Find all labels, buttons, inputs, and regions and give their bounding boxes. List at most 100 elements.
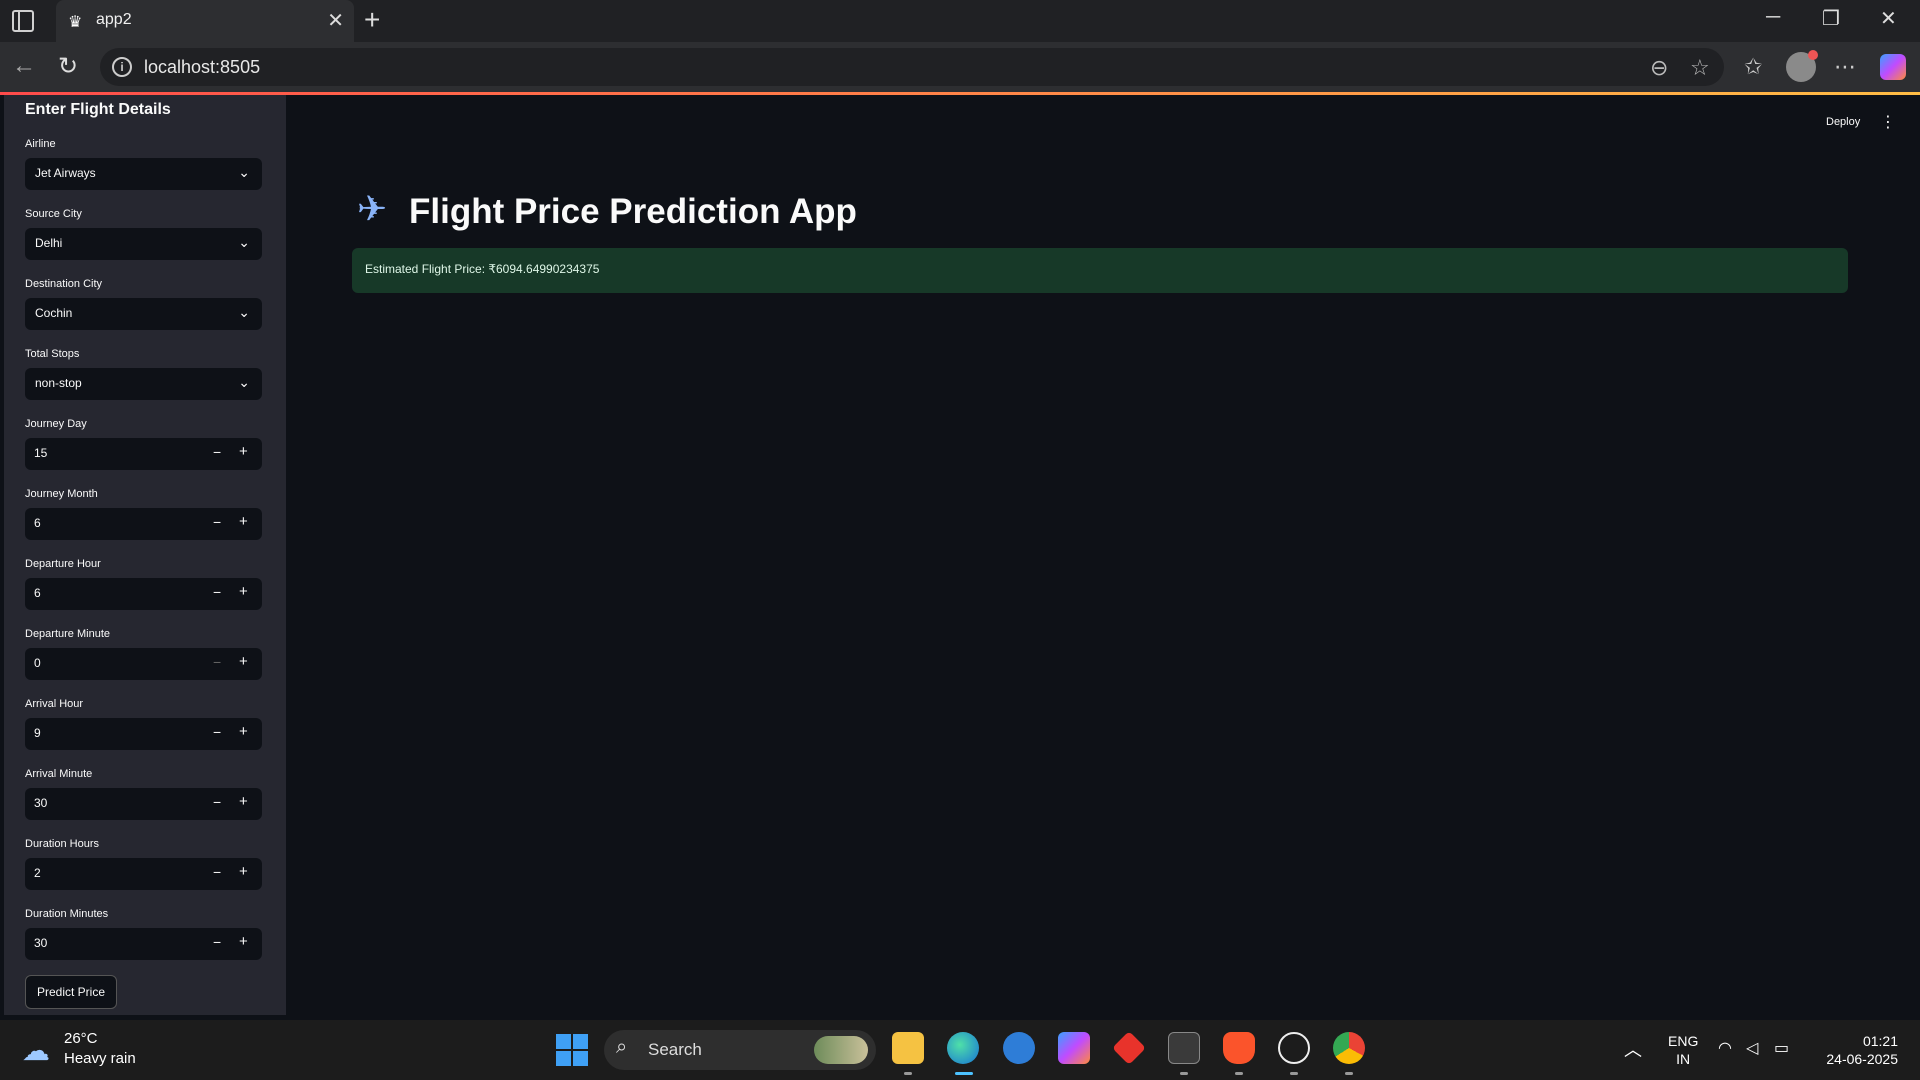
browser-tab[interactable]: ♛ app2 ✕ [56,0,354,42]
arrival-minute-value[interactable]: 30 [34,796,47,810]
journey-month-value[interactable]: 6 [34,516,41,530]
search-label: Search [648,1040,702,1059]
journey-month-label: Journey Month [25,488,98,500]
running-indicator [904,1072,912,1075]
journey-day-value[interactable]: 15 [34,446,47,460]
browser-tab-bar: ♛ app2 ✕ + ─ ❐ ✕ [0,0,1920,42]
arrival-hour-value[interactable]: 9 [34,726,41,740]
duration-hours-input[interactable]: 2 − + [25,858,262,890]
chrome-browser-icon[interactable] [1333,1032,1365,1064]
journey-day-input[interactable]: 15 − + [25,438,262,470]
weather-cloud-rain-icon[interactable]: ☁ [22,1034,50,1067]
site-info-icon[interactable]: i [112,57,132,77]
decrement-button[interactable]: − [213,794,221,810]
new-tab-icon[interactable]: + [364,4,380,36]
decrement-button[interactable]: − [213,724,221,740]
url-text[interactable]: localhost:8505 [144,57,260,78]
show-hidden-icons-chevron-icon[interactable]: ︿ [1624,1036,1642,1062]
airline-label: Airline [25,138,56,150]
brave-browser-icon[interactable] [1223,1032,1255,1064]
duration-hours-label: Duration Hours [25,838,99,850]
clock-time: 01:21 [1862,1033,1898,1049]
source-city-value: Delhi [35,236,63,250]
duration-minutes-value[interactable]: 30 [34,936,47,950]
weather-temperature[interactable]: 26°C [64,1030,98,1047]
journey-month-input[interactable]: 6 − + [25,508,262,540]
decrement-button[interactable]: − [213,864,221,880]
destination-city-label: Destination City [25,278,103,290]
help-app-icon[interactable] [1003,1032,1035,1064]
arrival-hour-input[interactable]: 9 − + [25,718,262,750]
main-menu-icon[interactable]: ⋮ [1880,112,1896,132]
increment-button[interactable]: + [239,583,248,600]
departure-hour-input[interactable]: 6 − + [25,578,262,610]
destination-city-select[interactable]: Cochin ⌄ [25,298,262,330]
decrement-button[interactable]: − [213,654,221,670]
decrement-button[interactable]: − [213,444,221,460]
prediction-result-text: Estimated Flight Price: ₹6094.6499023437… [365,262,600,276]
arrival-minute-input[interactable]: 30 − + [25,788,262,820]
page-title: Flight Price Prediction App [409,192,857,231]
taskbar-search[interactable]: ⌕ Search [604,1030,876,1070]
duration-minutes-input[interactable]: 30 − + [25,928,262,960]
increment-button[interactable]: + [239,443,248,460]
airline-value: Jet Airways [35,166,96,180]
copilot-app-icon[interactable] [1058,1032,1090,1064]
source-city-select[interactable]: Delhi ⌄ [25,228,262,260]
decrement-button[interactable]: − [213,934,221,950]
profile-avatar[interactable] [1786,50,1818,82]
increment-button[interactable]: + [239,863,248,880]
chevron-down-icon: ⌄ [238,164,250,180]
tab-actions-icon[interactable] [12,10,34,32]
edge-browser-icon[interactable] [947,1032,979,1064]
departure-minute-value[interactable]: 0 [34,656,41,670]
increment-button[interactable]: + [239,723,248,740]
search-icon: ⌕ [616,1036,628,1058]
battery-icon[interactable]: ▭ [1774,1038,1789,1058]
minimize-icon[interactable]: ─ [1766,6,1780,29]
file-explorer-icon[interactable] [892,1032,924,1064]
deploy-button[interactable]: Deploy [1826,116,1860,128]
more-options-icon[interactable]: ⋯ [1834,54,1856,80]
increment-button[interactable]: + [239,933,248,950]
zoom-icon[interactable]: ⊖ [1650,55,1668,81]
decrement-button[interactable]: − [213,514,221,530]
git-app-icon[interactable] [1112,1031,1146,1065]
duration-hours-value[interactable]: 2 [34,866,41,880]
close-tab-icon[interactable]: ✕ [327,8,344,33]
running-indicator [1290,1072,1298,1075]
streamlit-favicon-icon: ♛ [68,14,83,31]
address-bar[interactable]: i localhost:8505 ⊖ ☆ [100,48,1724,86]
restore-icon[interactable]: ❐ [1822,6,1840,31]
chatgpt-icon[interactable] [1278,1032,1310,1064]
volume-icon[interactable]: ◁ [1746,1038,1758,1058]
close-window-icon[interactable]: ✕ [1880,6,1897,31]
sidebar-header: Enter Flight Details [25,101,171,118]
arrival-hour-label: Arrival Hour [25,698,84,710]
journey-day-label: Journey Day [25,418,87,430]
increment-button[interactable]: + [239,793,248,810]
terminal-icon[interactable] [1168,1032,1200,1064]
back-icon[interactable]: ← [12,52,36,80]
weather-description[interactable]: Heavy rain [64,1050,136,1067]
reload-icon[interactable]: ↻ [58,52,78,81]
departure-minute-input[interactable]: 0 − + [25,648,262,680]
wifi-icon[interactable]: ◠ [1718,1038,1732,1058]
sidebar: Enter Flight Details Airline Jet Airways… [4,95,286,1015]
favorite-star-icon[interactable]: ☆ [1690,55,1710,81]
increment-button[interactable]: + [239,653,248,670]
predict-price-button[interactable]: Predict Price [25,975,117,1009]
total-stops-select[interactable]: non-stop ⌄ [25,368,262,400]
decrement-button[interactable]: − [213,584,221,600]
departure-hour-value[interactable]: 6 [34,586,41,600]
windows-start-icon[interactable] [556,1034,588,1066]
increment-button[interactable]: + [239,513,248,530]
language-code: ENG [1668,1033,1699,1049]
copilot-icon[interactable] [1880,54,1906,80]
windows-taskbar: ☁ 26°C Heavy rain ⌕ Search ︿ ENG IN ◠ ◁ … [0,1020,1920,1080]
airline-select[interactable]: Jet Airways ⌄ [25,158,262,190]
favorites-icon[interactable]: ✩ [1744,54,1762,80]
system-clock[interactable]: 01:21 24-06-2025 [1818,1032,1898,1068]
input-language-indicator[interactable]: ENG IN [1668,1032,1698,1068]
search-highlight-image [814,1036,868,1064]
